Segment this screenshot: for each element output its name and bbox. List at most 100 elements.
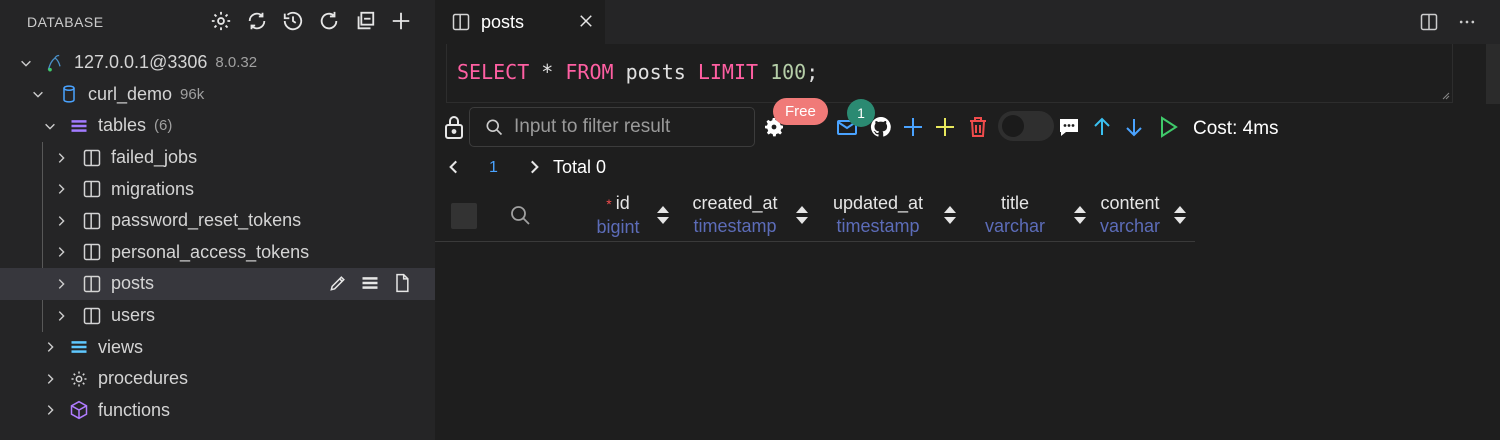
table-label: posts bbox=[111, 273, 155, 294]
sidebar-header: DATABASE bbox=[0, 0, 435, 42]
database-size: 96k bbox=[180, 85, 205, 103]
table-label: users bbox=[111, 305, 156, 326]
column-header-content[interactable]: content varchar bbox=[1093, 192, 1167, 238]
tables-list-icon bbox=[68, 115, 90, 137]
sql-keyword-limit: LIMIT bbox=[697, 60, 759, 84]
column-name: created_at bbox=[692, 193, 778, 213]
settings-icon[interactable] bbox=[209, 9, 233, 33]
chevron-right-icon bbox=[53, 276, 69, 292]
sync-icon[interactable] bbox=[245, 9, 269, 33]
tab-label: posts bbox=[481, 12, 525, 32]
column-type: timestamp bbox=[836, 216, 920, 236]
resize-grip-icon[interactable] bbox=[1440, 90, 1450, 100]
github-icon[interactable] bbox=[868, 114, 894, 140]
query-panel: posts SELECT * FROM posts LIMIT 100; Fre… bbox=[435, 0, 1500, 440]
add-connection-icon[interactable] bbox=[389, 9, 413, 33]
sql-editor[interactable]: SELECT * FROM posts LIMIT 100; bbox=[446, 44, 1453, 103]
toggle-switch[interactable] bbox=[998, 111, 1054, 141]
tree-item-views[interactable]: views bbox=[0, 331, 435, 363]
sort-icon[interactable] bbox=[794, 204, 810, 226]
chevron-left-icon[interactable] bbox=[445, 158, 463, 176]
page-number[interactable]: 1 bbox=[489, 159, 498, 177]
edit-pencil-icon[interactable] bbox=[327, 272, 349, 294]
chevron-right-icon[interactable] bbox=[525, 158, 543, 176]
table-item[interactable]: failed_jobs bbox=[0, 142, 435, 174]
filter-input[interactable] bbox=[514, 112, 744, 142]
chevron-right-icon bbox=[53, 308, 69, 324]
connection-version: 8.0.32 bbox=[215, 54, 258, 72]
lock-icon[interactable] bbox=[442, 114, 466, 140]
chevron-right-icon bbox=[53, 213, 69, 229]
list-icon[interactable] bbox=[359, 272, 381, 294]
views-icon bbox=[68, 336, 90, 358]
table-label: personal_access_tokens bbox=[111, 241, 310, 262]
tree-item-database[interactable]: curl_demo 96k bbox=[0, 79, 435, 111]
arrow-up-icon[interactable] bbox=[1089, 114, 1115, 140]
table-icon bbox=[81, 147, 103, 169]
column-header-updated-at[interactable]: updated_at timestamp bbox=[825, 192, 931, 238]
chevron-down-icon bbox=[30, 86, 46, 102]
split-editor-icon[interactable] bbox=[1418, 11, 1440, 33]
tree-item-connection[interactable]: 127.0.0.1@3306 8.0.32 bbox=[0, 47, 435, 79]
arrow-down-icon[interactable] bbox=[1121, 114, 1147, 140]
tables-count: (6) bbox=[154, 117, 173, 135]
column-name: content bbox=[1100, 193, 1160, 213]
sql-star: * bbox=[529, 60, 566, 84]
add-column-icon[interactable] bbox=[932, 114, 958, 140]
database-sidebar: DATABASE 127.0.0.1@3306 8.0.32 curl_demo… bbox=[0, 0, 435, 440]
sort-icon[interactable] bbox=[655, 204, 671, 226]
table-item[interactable]: migrations bbox=[0, 173, 435, 205]
comment-icon[interactable] bbox=[1056, 114, 1082, 140]
table-icon bbox=[81, 305, 103, 327]
close-icon[interactable] bbox=[577, 12, 595, 30]
required-marker: * bbox=[606, 196, 612, 212]
sql-keyword-from: FROM bbox=[565, 60, 614, 84]
add-row-icon[interactable] bbox=[900, 114, 926, 140]
sql-number: 100 bbox=[758, 60, 807, 84]
more-actions-icon[interactable] bbox=[1456, 11, 1478, 33]
select-all-checkbox[interactable] bbox=[451, 203, 477, 229]
tab-posts[interactable]: posts bbox=[435, 0, 605, 44]
column-type: timestamp bbox=[693, 216, 777, 236]
sort-icon[interactable] bbox=[1072, 204, 1088, 226]
column-type: varchar bbox=[984, 216, 1046, 236]
row-actions bbox=[327, 272, 413, 294]
tree-item-functions[interactable]: functions bbox=[0, 395, 435, 427]
tree-item-procedures[interactable]: procedures bbox=[0, 363, 435, 395]
tables-label: tables bbox=[98, 115, 147, 136]
column-header-title[interactable]: title varchar bbox=[975, 192, 1055, 238]
refresh-icon[interactable] bbox=[317, 9, 341, 33]
collapse-all-icon[interactable] bbox=[353, 9, 377, 33]
table-label: migrations bbox=[111, 178, 195, 199]
editor-scrollbar[interactable] bbox=[1486, 44, 1500, 104]
table-item-selected[interactable]: posts bbox=[0, 268, 435, 300]
run-icon[interactable] bbox=[1155, 114, 1181, 140]
table-item[interactable]: personal_access_tokens bbox=[0, 237, 435, 269]
search-icon[interactable] bbox=[508, 203, 532, 227]
procedures-label: procedures bbox=[98, 368, 189, 389]
tree-item-tables[interactable]: tables (6) bbox=[0, 110, 435, 142]
chevron-right-icon bbox=[53, 244, 69, 260]
chevron-right-icon bbox=[42, 371, 58, 387]
chevron-right-icon bbox=[42, 339, 58, 355]
table-icon bbox=[452, 13, 470, 31]
sort-icon[interactable] bbox=[942, 204, 958, 226]
sort-icon[interactable] bbox=[1172, 204, 1188, 226]
sidebar-title: DATABASE bbox=[27, 14, 104, 30]
column-header-id[interactable]: * id bigint bbox=[570, 192, 666, 239]
column-header-created-at[interactable]: created_at timestamp bbox=[685, 192, 785, 238]
connection-label: 127.0.0.1@3306 bbox=[74, 52, 208, 73]
pagination: 1 Total 0 bbox=[435, 150, 835, 184]
history-icon[interactable] bbox=[281, 9, 305, 33]
trash-icon[interactable] bbox=[965, 114, 991, 140]
toggle-knob bbox=[1002, 115, 1024, 137]
table-icon bbox=[81, 273, 103, 295]
table-item[interactable]: password_reset_tokens bbox=[0, 205, 435, 237]
views-label: views bbox=[98, 336, 144, 357]
cube-icon bbox=[68, 399, 90, 421]
file-icon[interactable] bbox=[391, 272, 413, 294]
cost-label: Cost: 4ms bbox=[1193, 118, 1279, 139]
table-item[interactable]: users bbox=[0, 300, 435, 332]
sidebar-actions bbox=[209, 9, 413, 33]
chevron-right-icon bbox=[53, 150, 69, 166]
